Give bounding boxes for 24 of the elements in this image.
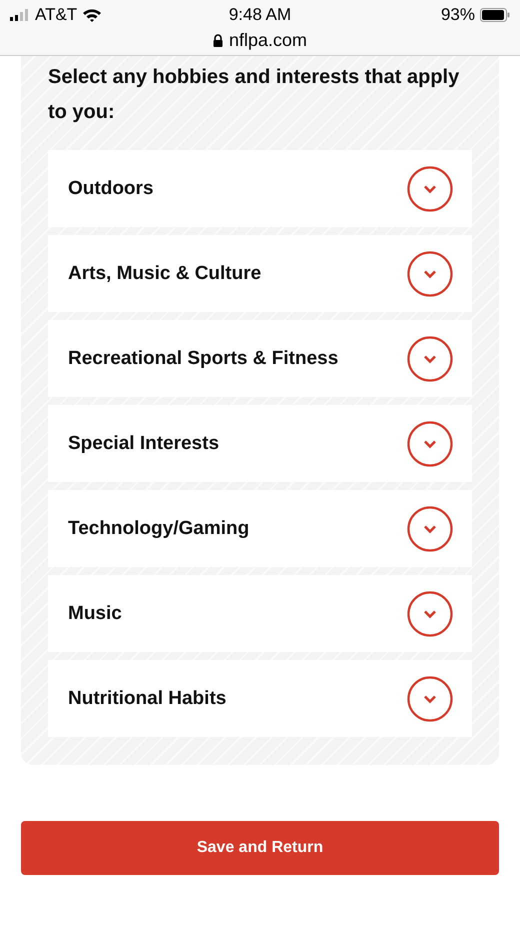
accordion-item[interactable]: Music: [48, 575, 472, 652]
chevron-down-icon: [407, 676, 453, 722]
accordion-item[interactable]: Nutritional Habits: [48, 660, 472, 737]
carrier-name: AT&T: [35, 5, 78, 25]
wifi-icon: [82, 8, 102, 22]
battery-icon: [480, 8, 510, 22]
chevron-down-icon: [407, 590, 453, 636]
chevron-down-icon: [407, 506, 453, 552]
status-time: 9:48 AM: [228, 5, 292, 25]
page-url[interactable]: nflpa.com: [228, 30, 308, 51]
chevron-down-icon: [407, 166, 453, 212]
accordion-item[interactable]: Outdoors: [48, 150, 472, 227]
battery-percent: 93%: [440, 5, 475, 25]
lock-icon: [212, 34, 223, 47]
signal-icon: [10, 9, 30, 21]
section-heading: Select any hobbies and interests that apply to you:: [48, 65, 460, 125]
accordion-item[interactable]: Recreational Sports & Fitness: [48, 320, 472, 397]
chevron-down-icon: [407, 420, 453, 466]
save-button[interactable]: Save and Return: [21, 821, 499, 875]
chevron-down-icon: [407, 336, 453, 382]
chevron-down-icon: [407, 250, 453, 296]
accordion-item[interactable]: Special Interests: [48, 405, 472, 482]
accordion-item[interactable]: Arts, Music & Culture: [48, 235, 472, 312]
accordion-item[interactable]: Technology/Gaming: [48, 490, 472, 567]
